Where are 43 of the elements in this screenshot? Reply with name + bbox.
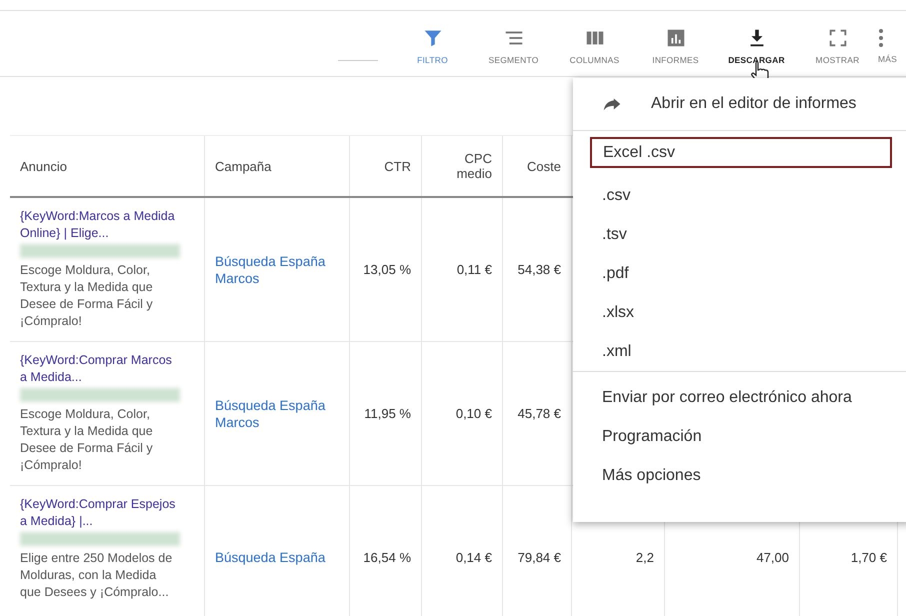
menu-item[interactable]: Programación: [573, 417, 906, 456]
column-header[interactable]: Coste: [503, 136, 572, 196]
column-header[interactable]: CTR: [350, 136, 422, 196]
menu-item[interactable]: Enviar por correo electrónico ahora: [573, 378, 906, 417]
menu-item[interactable]: .xlsx: [573, 293, 906, 332]
table-cell: 1,70 €: [850, 550, 887, 565]
menu-item[interactable]: Más opciones: [573, 456, 906, 495]
ad-description: Escoge Moldura, Color, Textura y la Medida que Desee de Forma Fácil y ¡Cómpralo!: [20, 406, 154, 474]
table-cell: 0,10 €: [456, 406, 492, 421]
column-header[interactable]: Anuncio: [10, 136, 205, 196]
ad-description: Escoge Moldura, Color, Textura y la Medida que Desee de Forma Fácil y ¡Cómpralo!: [20, 262, 154, 330]
toolbar-button[interactable]: COLUMNAS: [554, 22, 635, 64]
menu-item[interactable]: .csv: [573, 176, 906, 215]
menu-item[interactable]: Abrir en el editor de informes: [573, 86, 906, 122]
table-cell: 13,05 %: [363, 262, 411, 277]
table-cell: 45,78 €: [518, 406, 561, 421]
column-header[interactable]: Campaña: [205, 136, 350, 196]
table-cell: 0,14 €: [456, 550, 492, 565]
campaign-link[interactable]: Búsqueda España: [215, 549, 326, 566]
menu-item[interactable]: .pdf: [573, 254, 906, 293]
ad-title-link[interactable]: {KeyWord:Marcos a Medida Online} | Elige...: [20, 208, 180, 242]
table-cell: 2,2: [636, 550, 654, 565]
table-cell: 47,00: [756, 550, 789, 565]
menu-item[interactable]: Excel .csv: [590, 137, 892, 168]
ad-description: Elige entre 250 Modelos de Molduras, con la Medida que Desees y ¡Cómpralo...: [20, 550, 174, 601]
table-cell: 11,95 %: [364, 406, 411, 421]
ad-title-link[interactable]: {KeyWord:Comprar Espejos a Medida} |...: [20, 496, 180, 530]
table-cell: 0,11 €: [456, 262, 492, 277]
table-cell: 54,38 €: [518, 262, 561, 277]
menu-item[interactable]: .tsv: [573, 215, 906, 254]
toolbar-button[interactable]: SEGMENTO: [473, 22, 554, 64]
campaign-link[interactable]: Búsqueda España Marcos: [215, 396, 339, 430]
toolbar-button[interactable]: FILTRO: [392, 22, 473, 64]
ad-title-link[interactable]: {KeyWord:Comprar Marcos a Medida...: [20, 352, 180, 386]
more-icon: [878, 28, 884, 48]
toolbar-button[interactable]: MOSTRAR: [797, 22, 878, 64]
column-header[interactable]: CPC medio: [422, 136, 503, 196]
toolbar-button[interactable]: MÁS: [878, 24, 906, 64]
menu-item[interactable]: .xml: [573, 332, 906, 371]
table-cell: 79,84 €: [518, 550, 561, 565]
toolbar-button[interactable]: INFORMES: [635, 22, 716, 64]
table-cell: 16,54 %: [363, 550, 411, 565]
campaign-link[interactable]: Búsqueda España Marcos: [215, 252, 339, 286]
